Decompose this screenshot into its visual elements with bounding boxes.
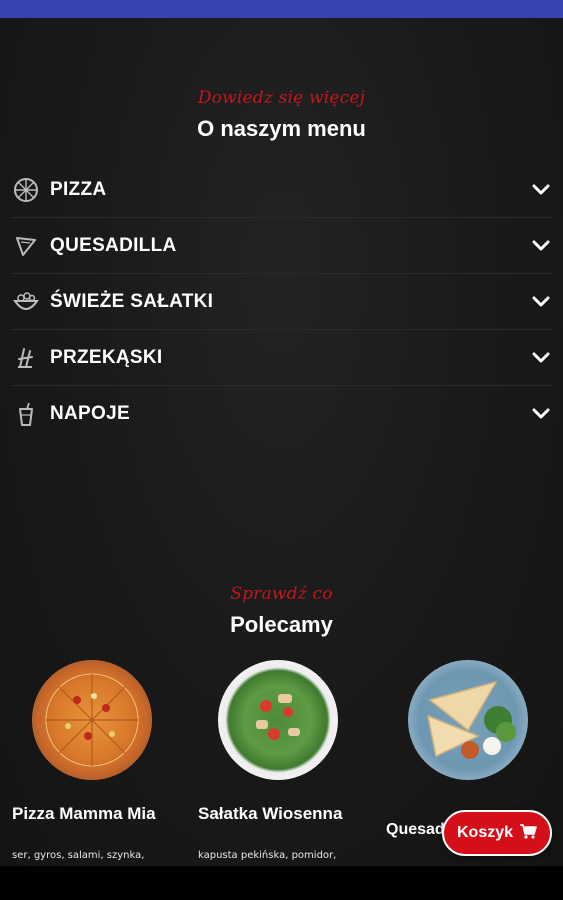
quesadilla-image[interactable] [408,660,528,780]
cart-button[interactable]: Koszyk [442,810,552,856]
chevron-down-icon[interactable] [530,403,552,425]
shopping-cart-icon [519,823,537,843]
drink-cup-icon [12,400,40,428]
cart-label: Koszyk [456,824,514,841]
chevron-down-icon[interactable] [530,179,552,201]
menu-category-list: PIZZA QUESADILLA ŚWIEŻE SAŁATKI PRZEKĄSK… [12,162,552,442]
menu-category-label: ŚWIEŻE SAŁATKI [50,290,214,312]
product-name: Sałatka Wiosenna [198,804,343,823]
menu-category-quesadilla[interactable]: QUESADILLA [12,218,552,274]
page-content: Dowiedz się więcej O naszym menu PIZZA Q… [0,18,563,866]
system-navigation-bar [0,866,563,900]
salad-bowl-icon [12,288,40,316]
menu-category-label: NAPOJE [50,403,130,424]
menu-category-label: PRZEKĄSKI [50,346,163,368]
menu-category-pizza[interactable]: PIZZA [12,162,552,218]
about-title: O naszym menu [197,116,366,141]
quesadilla-icon [12,232,40,260]
menu-category-label: PIZZA [50,178,107,200]
pizza-image[interactable] [32,660,152,780]
recommended-kicker: Sprawdź co [230,584,333,604]
product-name: Pizza Mamma Mia [12,804,156,823]
chevron-down-icon[interactable] [530,235,552,257]
chevron-down-icon[interactable] [530,291,552,313]
snack-icon [12,344,40,372]
product-description: ser, gyros, salami, szynka, [12,850,145,861]
product-description: kapusta pekińska, pomidor, [198,850,337,861]
chevron-down-icon[interactable] [530,347,552,369]
pizza-icon [12,176,40,204]
status-bar [0,0,563,18]
menu-category-drinks[interactable]: NAPOJE [12,386,552,442]
menu-category-snacks[interactable]: PRZEKĄSKI [12,330,552,386]
recommended-title: Polecamy [230,612,333,637]
menu-category-label: QUESADILLA [50,234,177,256]
salad-image[interactable] [218,660,338,780]
menu-category-salads[interactable]: ŚWIEŻE SAŁATKI [12,274,552,330]
about-kicker: Dowiedz się więcej [197,88,366,108]
